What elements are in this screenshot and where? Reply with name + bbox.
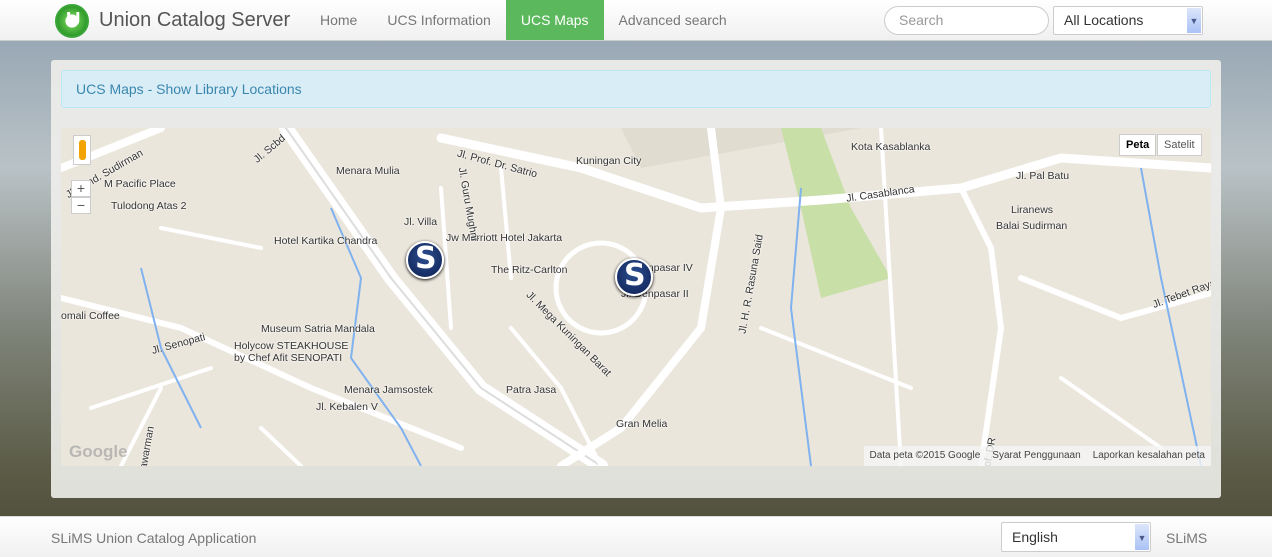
map-label: The Ritz-Carlton [491,264,568,276]
report-error-link[interactable]: Laporkan kesalahan peta [1093,446,1205,466]
ucs-logo-icon[interactable] [55,4,89,38]
map-type-peta[interactable]: Peta [1119,134,1157,156]
location-select[interactable]: All Locations ▼ [1053,6,1203,35]
terms-link[interactable]: Syarat Penggunaan [992,446,1080,466]
street-view-pegman-icon[interactable] [73,135,91,165]
map-label: Gran Melia [616,418,668,430]
zoom-in-button[interactable]: + [71,180,91,197]
map-label: Menara Mulia [336,165,400,177]
chevron-down-icon: ▼ [1135,524,1149,550]
library-marker[interactable] [615,258,653,296]
map-label: Kuningan City [576,155,642,167]
map-label: Jl. Kebalen V [316,401,378,413]
location-select-value: All Locations [1064,12,1144,28]
search-input[interactable]: Search [884,6,1049,35]
language-select[interactable]: English ▼ [1001,522,1151,552]
map-label: Jl. Pal Batu [1016,170,1070,182]
map-label: Museum Satria Mandala [261,323,375,335]
nav-advanced-search[interactable]: Advanced search [604,0,742,40]
library-map[interactable]: Jl. Jend. Sudirman M Pacific Place Tulodon… [61,128,1211,466]
map-label: Jw Marriott Hotel Jakarta [446,232,563,244]
map-data-credit: Data peta ©2015 Google [869,450,981,461]
map-label: Holycow STEAKHOUSE [234,340,349,352]
map-label: Hotel Kartika Chandra [274,235,378,247]
chevron-down-icon: ▼ [1187,8,1201,33]
library-marker[interactable] [406,241,444,279]
map-label: omali Coffee [61,310,120,322]
map-label: Tulodong Atas 2 [111,200,187,212]
page-title: UCS Maps - Show Library Locations [61,70,1211,108]
map-label: M Pacific Place [104,178,176,190]
nav-home[interactable]: Home [305,0,372,40]
nav-ucs-maps[interactable]: UCS Maps [505,0,604,40]
map-label: Patra Jasa [506,384,557,396]
google-logo: Google [69,442,128,461]
map-label: Kota Kasablanka [851,141,931,153]
footer-text: SLiMS Union Catalog Application [51,530,257,546]
map-label: by Chef Afit SENOPATI [234,352,343,364]
content-panel: UCS Maps - Show Library Locations Jl. Je… [51,60,1221,498]
language-select-value: English [1012,529,1058,545]
brand-title[interactable]: Union Catalog Server [99,9,290,32]
map-label: Jl. Villa [404,216,438,228]
zoom-out-button[interactable]: − [71,197,91,214]
map-label: Menara Jamsostek [344,384,433,396]
map-label: Balai Sudirman [996,220,1068,232]
navbar: Union Catalog Server Home UCS Informatio… [0,0,1272,41]
slims-link[interactable]: SLiMS [1166,530,1207,546]
map-type-satelit[interactable]: Satelit [1157,134,1202,156]
nav-ucs-information[interactable]: UCS Information [372,0,505,40]
footer: SLiMS Union Catalog Application English … [0,516,1272,557]
main-nav: Home UCS Information UCS Maps Advanced s… [305,0,742,40]
map-label: Liranews [1011,204,1054,216]
map-attribution: Data peta ©2015 Google Syarat Penggunaan… [863,446,1211,466]
